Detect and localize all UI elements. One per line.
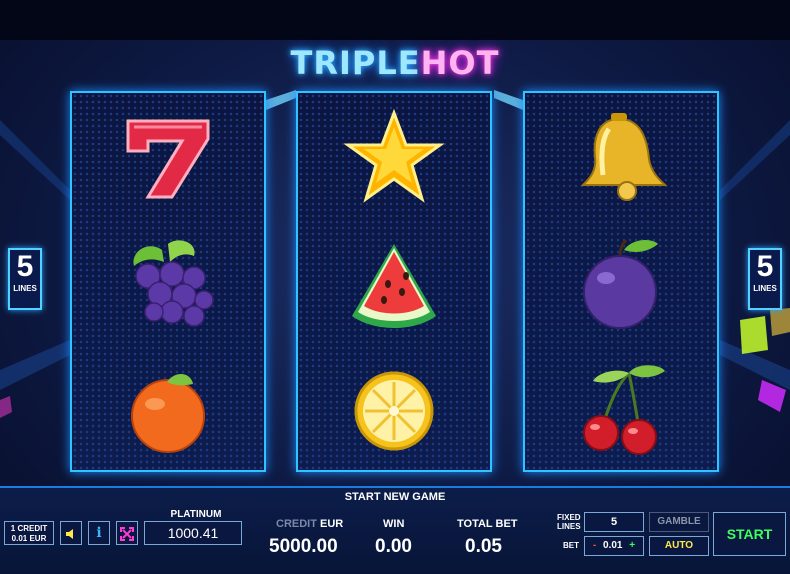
fixed-lines-value-box: 5: [584, 512, 644, 532]
plum-symbol: [525, 220, 717, 347]
win-amount: 0.00: [375, 536, 412, 557]
lines-label-right: LINES: [753, 284, 777, 293]
credit-value-button[interactable]: 1 CREDIT 0.01 EUR: [4, 521, 54, 545]
fixed-lines-label-2: LINES: [557, 522, 581, 531]
cherry-symbol: [525, 347, 717, 474]
orange-symbol: [72, 347, 264, 474]
win-label: WIN: [383, 518, 405, 530]
fixed-lines-label-1: FIXED: [557, 513, 581, 522]
bet-stepper: - 0.01 +: [584, 536, 644, 556]
grapes-symbol: [72, 220, 264, 347]
info-icon: i: [96, 525, 102, 541]
fullscreen-button[interactable]: [116, 521, 138, 545]
fullscreen-icon: [120, 527, 134, 541]
credit-label: CREDIT: [276, 518, 317, 530]
auto-button[interactable]: AUTO: [649, 536, 709, 556]
reel-3: [523, 91, 719, 472]
lines-label-left: LINES: [13, 284, 37, 293]
fixed-lines-value: 5: [610, 516, 618, 528]
total-bet-amount: 0.05: [465, 536, 502, 557]
bet-increase-button[interactable]: +: [625, 540, 635, 551]
credit-currency: EUR: [320, 518, 344, 530]
bet-label: BET: [563, 541, 579, 550]
lines-count-left: 5: [16, 250, 34, 283]
lines-count-right: 5: [756, 250, 774, 283]
logo-text-hot: HOT: [420, 44, 500, 82]
credit-label-group: CREDIT EUR: [276, 518, 343, 530]
star-symbol: [298, 93, 490, 220]
gamble-button[interactable]: GAMBLE: [649, 512, 709, 532]
sound-button[interactable]: [60, 521, 82, 545]
info-button[interactable]: i: [88, 521, 110, 545]
reel-2: [296, 91, 492, 472]
top-bar: [0, 0, 790, 40]
seven-symbol: [72, 93, 264, 220]
total-bet-label: TOTAL BET: [457, 518, 518, 530]
logo-text-triple: TRIPLE: [290, 44, 421, 82]
lemon-symbol: [298, 347, 490, 474]
start-new-game-label: START NEW GAME: [344, 491, 446, 503]
speaker-icon: [66, 529, 73, 539]
lines-indicator-right: 5 LINES: [748, 248, 782, 310]
gamble-label: GAMBLE: [657, 516, 701, 527]
credit-value-line2: 0.01 EUR: [11, 534, 47, 543]
reel-1: [70, 91, 266, 472]
start-button[interactable]: START: [713, 512, 786, 556]
fixed-lines-label: FIXED LINES: [557, 513, 581, 531]
bet-value: 0.01: [603, 540, 623, 551]
jackpot-value-box: 1000.41: [144, 521, 242, 545]
jackpot-value: 1000.41: [167, 525, 219, 541]
auto-label: AUTO: [664, 540, 694, 551]
bell-symbol: [525, 93, 717, 220]
credit-amount: 5000.00: [269, 536, 338, 557]
bet-decrease-button[interactable]: -: [593, 540, 600, 551]
watermelon-symbol: [298, 220, 490, 347]
start-label: START: [726, 526, 773, 542]
lines-indicator-left: 5 LINES: [8, 248, 42, 310]
game-logo: TRIPLEHOT: [0, 44, 790, 82]
credit-value-line1: 1 CREDIT: [10, 524, 48, 533]
